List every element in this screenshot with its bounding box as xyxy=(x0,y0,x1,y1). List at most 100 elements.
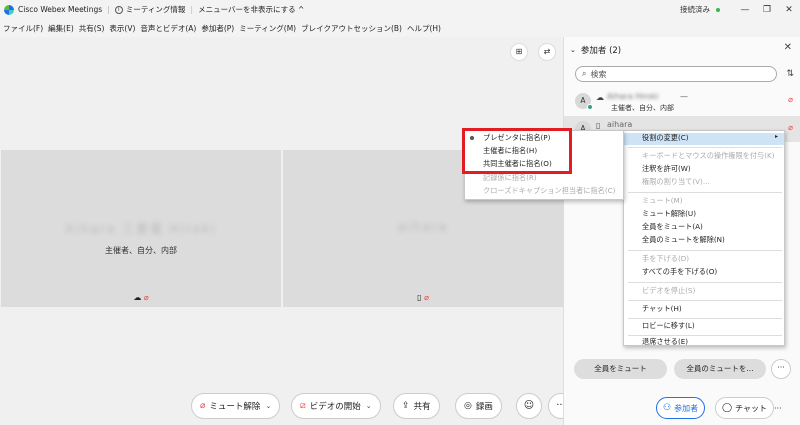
connection-dot-icon xyxy=(716,7,720,12)
menu-item-label: 全員をミュート(A) xyxy=(642,222,703,231)
menu-breakout[interactable]: ブレイクアウトセッション(B) xyxy=(301,23,402,34)
menu-edit[interactable]: 編集(E) xyxy=(48,23,74,34)
presenter-badge-icon xyxy=(587,104,593,110)
search-input[interactable]: ⌕ 検索 xyxy=(575,66,777,82)
participant-name: aihara xyxy=(607,120,633,129)
menu-item-label: 権限の割り当て(V)... xyxy=(642,177,710,186)
title-separator: | xyxy=(190,5,194,14)
mute-all-button[interactable]: 全員をミュート xyxy=(574,359,667,379)
tile-participant-name: aihara xyxy=(398,220,448,234)
menu-item-label: クローズドキャプション担当者に指名(C) xyxy=(483,186,616,195)
menu-participants[interactable]: 参加者(P) xyxy=(201,23,234,34)
chevron-down-icon[interactable]: ⌄ xyxy=(265,402,271,410)
meeting-controls: ⌀ ミュート解除 ⌄ ⧄ ビデオの開始 ⌄ ⇪ 共有 ◎ 録画 ☺ ··· xyxy=(0,393,574,419)
cloud-audio-icon: ☁ xyxy=(133,293,142,302)
menu-audio-video[interactable]: 音声とビデオ(A) xyxy=(140,23,196,34)
panel-more-button[interactable]: ··· xyxy=(771,359,791,379)
muted-mic-icon: ⌀ xyxy=(143,293,149,302)
record-label: 録画 xyxy=(475,402,493,412)
menu-item-label: ロビーに移す(L) xyxy=(642,321,695,330)
switch-view-icon[interactable]: ⇄ xyxy=(538,43,556,61)
menu-item-change-role[interactable]: 役割の変更(C) ▸ xyxy=(624,133,784,145)
muted-mic-icon[interactable]: ⌀ xyxy=(788,95,793,104)
menu-item-label: 全員のミュートを解除(N) xyxy=(642,235,725,244)
person-icon: ⚇ xyxy=(663,403,672,413)
close-window-button[interactable]: ✕ xyxy=(778,5,800,15)
tile-status-icons: ▯ ⌀ xyxy=(283,293,563,302)
menu-divider xyxy=(628,250,782,251)
cloud-audio-icon: ☁ xyxy=(596,93,604,102)
chevron-down-icon[interactable]: ⌄ xyxy=(570,46,576,54)
muted-mic-icon: ⌀ xyxy=(200,401,206,411)
menu-share[interactable]: 共有(S) xyxy=(79,23,105,34)
share-label: 共有 xyxy=(413,402,431,412)
grid-layout-icon[interactable]: ⊞ xyxy=(510,43,528,61)
panel-footer-more-button[interactable]: ··· xyxy=(770,397,786,419)
participant-name-suffix: — xyxy=(680,92,688,101)
sort-icon[interactable]: ⇅ xyxy=(786,69,794,79)
participants-toggle-button[interactable]: ⚇ 参加者 xyxy=(656,397,706,419)
unmute-label: ミュート解除 xyxy=(209,402,261,412)
record-icon: ◎ xyxy=(464,401,472,411)
menu-item-label: チャット(H) xyxy=(642,304,682,313)
participants-title: 参加者 (2) xyxy=(580,46,622,56)
menu-divider xyxy=(628,192,782,193)
panel-footer: ⚇ 参加者 ◯ チャット ··· xyxy=(564,388,800,425)
menu-divider xyxy=(628,282,782,283)
participant-context-menu: 役割の変更(C) ▸ キーボードとマウスの操作権限を付与(K) 注釈を許可(W)… xyxy=(623,130,785,346)
menu-view[interactable]: 表示(V) xyxy=(109,23,135,34)
tile-participant-name: Aihara 三菱電 Hiroki xyxy=(65,222,217,236)
muted-mic-icon[interactable]: ⌀ xyxy=(788,123,793,132)
video-off-icon: ⧄ xyxy=(300,401,306,411)
search-placeholder: 検索 xyxy=(590,69,607,79)
chevron-right-icon: ▸ xyxy=(774,133,778,140)
share-button[interactable]: ⇪ 共有 xyxy=(393,393,440,419)
participants-header[interactable]: ⌄ 参加者 (2) xyxy=(570,44,621,56)
app-title: Cisco Webex Meetings xyxy=(18,5,103,14)
close-icon[interactable]: ✕ xyxy=(784,42,792,53)
tile-status-icons: ☁ ⌀ xyxy=(1,293,281,302)
share-icon: ⇪ xyxy=(402,401,410,411)
participants-toggle-label: 参加者 xyxy=(674,403,699,413)
meeting-info-button[interactable]: i ミーティング情報 xyxy=(114,4,186,15)
minimize-button[interactable]: — xyxy=(734,5,756,15)
start-video-label: ビデオの開始 xyxy=(309,402,361,412)
menu-item-label: キーボードとマウスの操作権限を付与(K) xyxy=(642,151,775,160)
search-icon: ⌕ xyxy=(582,69,587,78)
unmute-all-button[interactable]: 全員のミュートを... xyxy=(674,359,766,379)
muted-mic-icon: ⌀ xyxy=(424,293,429,302)
video-tile-host[interactable]: Aihara 三菱電 Hiroki 主催者、自分、内部 ☁ ⌀ xyxy=(1,150,281,307)
hide-menubar-button[interactable]: メニューバーを非表示にする ^ xyxy=(198,4,304,15)
menu-item-label: ビデオを停止(S) xyxy=(642,286,696,295)
menu-item-label: 注釈を許可(W) xyxy=(642,164,691,173)
menu-file[interactable]: ファイル(F) xyxy=(3,23,43,34)
menu-divider xyxy=(628,335,782,336)
chat-bubble-icon: ◯ xyxy=(722,403,733,413)
participant-row[interactable]: A ☁ Aihara Hiroki — 主催者、自分、内部 ⌀ xyxy=(564,88,800,114)
chat-toggle-button[interactable]: ◯ チャット xyxy=(715,397,774,419)
menu-item-label: 手を下げる(D) xyxy=(642,254,690,263)
participant-name: Aihara Hiroki xyxy=(607,92,659,101)
unmute-button[interactable]: ⌀ ミュート解除 ⌄ xyxy=(191,393,281,419)
record-button[interactable]: ◎ 録画 xyxy=(455,393,502,419)
start-video-button[interactable]: ⧄ ビデオの開始 ⌄ xyxy=(291,393,381,419)
annotation-highlight-box xyxy=(462,128,572,174)
webex-logo-icon xyxy=(4,4,14,15)
menu-item-label: すべての手を下げる(O) xyxy=(642,267,718,276)
menu-meeting[interactable]: ミーティング(M) xyxy=(239,23,296,34)
connection-status: 接続済み xyxy=(680,5,710,14)
avatar-initial: A xyxy=(580,96,586,105)
menu-help[interactable]: ヘルプ(H) xyxy=(407,23,441,34)
chat-toggle-label: チャット xyxy=(735,403,767,413)
avatar: A xyxy=(575,93,593,110)
reactions-icon[interactable]: ☺ xyxy=(516,393,542,419)
participant-roles: 主催者、自分、内部 xyxy=(611,104,674,112)
menu-bar: ファイル(F) 編集(E) 共有(S) 表示(V) 音声とビデオ(A) 参加者(… xyxy=(0,19,800,37)
title-separator: | xyxy=(107,5,110,14)
chevron-down-icon[interactable]: ⌄ xyxy=(366,402,372,410)
restore-button[interactable]: ❐ xyxy=(756,5,778,15)
menu-item-label: 退席させる(E) xyxy=(642,337,689,346)
video-stage: ⊞ ⇄ Aihara 三菱電 Hiroki 主催者、自分、内部 ☁ ⌀ aiha… xyxy=(0,37,574,425)
meeting-info-label: ミーティング情報 xyxy=(125,5,186,14)
phone-device-icon: ▯ xyxy=(596,121,601,130)
